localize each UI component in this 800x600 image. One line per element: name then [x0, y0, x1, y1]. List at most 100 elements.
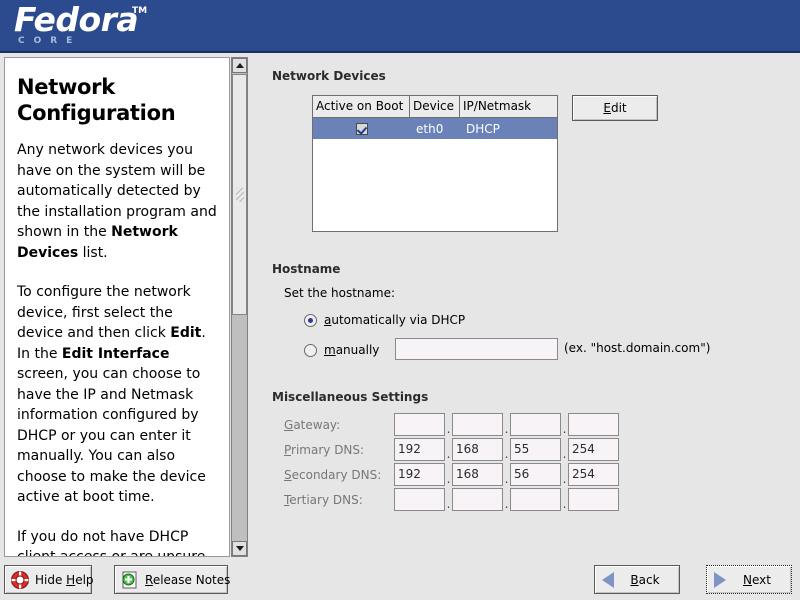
main-content: Network Devices Active on Boot Device IP… — [272, 57, 792, 557]
tertiary-dns-row: Tertiary DNS: . . . — [284, 487, 619, 512]
primary-dns-label: Primary DNS: — [284, 442, 365, 457]
tertiary-dns-dot-1: . — [446, 497, 451, 511]
scrollbar-grip — [236, 187, 244, 202]
arrow-right-icon — [714, 571, 726, 588]
next-button[interactable]: Next — [706, 565, 792, 594]
hostname-example-text: (ex. "host.domain.com") — [564, 341, 711, 355]
scroll-up-button[interactable] — [232, 58, 247, 73]
tertiary-dns-octet-2[interactable] — [452, 488, 503, 511]
radio-manual[interactable] — [304, 343, 317, 357]
primary-dns-octet-1[interactable]: 192 — [394, 438, 445, 461]
hostname-title: Hostname — [272, 262, 341, 276]
gateway-octet-4[interactable] — [568, 413, 619, 436]
secondary-dns-label: Secondary DNS: — [284, 467, 382, 482]
primary-dns-dot-3: . — [562, 447, 567, 461]
hostname-option-manual[interactable]: manually — [304, 340, 379, 360]
ip-settings-table: Gateway: . . . Primary DNS: 192 . 168 . … — [284, 412, 619, 512]
arrow-left-icon — [602, 571, 614, 588]
fedora-logo: Fedora TM CORE — [14, 0, 254, 51]
gateway-octet-1[interactable] — [394, 413, 445, 436]
bottom-toolbar: Hide Help Release Notes Back Next — [0, 560, 800, 600]
primary-dns-octet-3[interactable]: 55 — [510, 438, 561, 461]
secondary-dns-octet-2[interactable]: 168 — [452, 463, 503, 486]
radio-manual-label: manually — [324, 343, 380, 357]
hostname-input[interactable] — [395, 338, 558, 360]
column-header-ip-netmask[interactable]: IP/Netmask — [460, 96, 557, 117]
active-on-boot-checkbox[interactable] — [355, 122, 368, 135]
secondary-dns-dot-3: . — [562, 472, 567, 486]
release-notes-button[interactable]: Release Notes — [114, 565, 231, 594]
radio-dhcp[interactable] — [304, 313, 317, 327]
primary-dns-dot-2: . — [504, 447, 509, 461]
primary-dns-dot-1: . — [446, 447, 451, 461]
tertiary-dns-dot-3: . — [562, 497, 567, 511]
gateway-octet-2[interactable] — [452, 413, 503, 436]
tertiary-dns-dot-2: . — [504, 497, 509, 511]
edit-button[interactable]: Edit — [572, 95, 658, 121]
column-header-device[interactable]: Device — [410, 96, 460, 117]
primary-dns-octet-4[interactable]: 254 — [568, 438, 619, 461]
gateway-dot-2: . — [504, 422, 509, 436]
help-paragraph-2: To configure the network device, first s… — [17, 284, 206, 505]
triangle-down-icon — [235, 546, 244, 551]
document-plus-icon — [120, 570, 140, 590]
logo-wordmark: Fedora — [14, 0, 139, 39]
help-emphasis-network-devices: Network Devices — [17, 224, 178, 261]
hostname-section: Hostname Set the hostname: automatically… — [272, 262, 792, 360]
miscellaneous-settings-title: Miscellaneous Settings — [272, 390, 429, 404]
gateway-dot-1: . — [446, 422, 451, 436]
back-button[interactable]: Back — [594, 565, 680, 594]
app-header: Fedora TM CORE — [0, 0, 800, 53]
tertiary-dns-octet-4[interactable] — [568, 488, 619, 511]
logo-subtitle: CORE — [18, 36, 82, 46]
help-paragraph-1: Any network devices you have on the syst… — [17, 142, 217, 261]
secondary-dns-octet-4[interactable]: 254 — [568, 463, 619, 486]
miscellaneous-settings-section: Miscellaneous Settings Gateway: . . . Pr… — [272, 390, 792, 511]
device-ipnetmask-cell: DHCP — [466, 121, 500, 136]
table-row[interactable]: eth0 DHCP — [313, 118, 557, 139]
back-button-inner: Back — [598, 569, 676, 590]
column-header-active-on-boot[interactable]: Active on Boot — [313, 96, 410, 117]
primary-dns-row: Primary DNS: 192 . 168 . 55 . 254 — [284, 437, 619, 462]
scrollbar-thumb[interactable] — [232, 74, 247, 315]
help-emphasis-edit-interface: Edit Interface — [61, 345, 170, 362]
hide-help-button[interactable]: Hide Help — [4, 565, 94, 594]
device-active-cell[interactable] — [313, 122, 410, 135]
secondary-dns-row: Secondary DNS: 192 . 168 . 56 . 254 — [284, 462, 619, 487]
trademark-mark: TM — [132, 6, 148, 16]
help-text-container: Network Configuration Any network device… — [4, 57, 230, 557]
tertiary-dns-octet-3[interactable] — [510, 488, 561, 511]
help-scrollbar[interactable] — [231, 57, 248, 557]
gateway-row: Gateway: . . . — [284, 412, 619, 437]
secondary-dns-dot-1: . — [446, 472, 451, 486]
gateway-octet-3[interactable] — [510, 413, 561, 436]
tertiary-dns-label: Tertiary DNS: — [284, 492, 363, 507]
hostname-option-dhcp[interactable]: automatically via DHCP — [304, 310, 465, 330]
radio-dhcp-label: automatically via DHCP — [324, 313, 466, 327]
network-devices-section: Network Devices Active on Boot Device IP… — [272, 69, 792, 232]
secondary-dns-octet-3[interactable]: 56 — [510, 463, 561, 486]
triangle-up-icon — [235, 63, 244, 68]
help-paragraph-3: If you do not have DHCP client access or… — [17, 528, 206, 557]
device-name-cell: eth0 — [416, 121, 444, 136]
hostname-prompt: Set the hostname: — [284, 286, 396, 300]
next-button-inner: Next — [710, 569, 788, 590]
help-emphasis-edit: Edit — [170, 325, 202, 341]
network-devices-title: Network Devices — [272, 69, 386, 83]
network-devices-list[interactable]: Active on Boot Device IP/Netmask eth0 DH… — [312, 95, 558, 232]
device-table-header: Active on Boot Device IP/Netmask — [313, 96, 557, 118]
gateway-label: Gateway: — [284, 417, 341, 432]
lifesaver-icon — [10, 570, 30, 590]
gateway-dot-3: . — [562, 422, 567, 436]
scroll-down-button[interactable] — [232, 541, 247, 556]
edit-button-label: Edit — [603, 101, 627, 115]
secondary-dns-octet-1[interactable]: 192 — [394, 463, 445, 486]
help-panel: Network Configuration Any network device… — [4, 57, 248, 557]
tertiary-dns-octet-1[interactable] — [394, 488, 445, 511]
release-notes-label: Release Notes — [145, 572, 231, 587]
back-button-label: Back — [630, 572, 660, 587]
hide-help-label: Hide Help — [35, 572, 94, 587]
next-button-label: Next — [743, 572, 771, 587]
primary-dns-octet-2[interactable]: 168 — [452, 438, 503, 461]
page-title: Network Configuration — [17, 75, 176, 125]
